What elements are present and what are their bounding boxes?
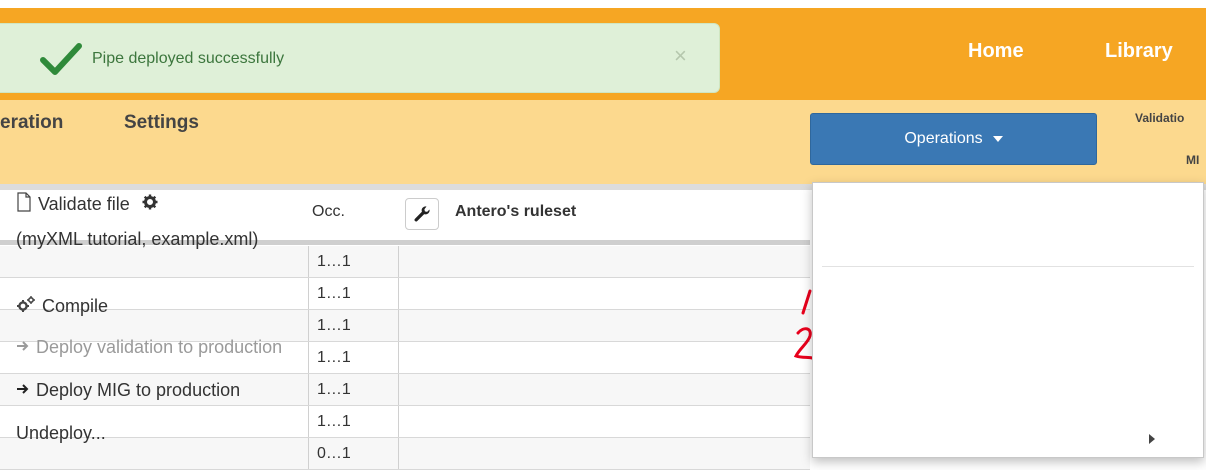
arrow-right-icon xyxy=(16,380,30,401)
success-toast: Pipe deployed successfully × xyxy=(0,23,720,93)
occ-cell: 1…1 xyxy=(308,278,399,309)
cogs-icon xyxy=(16,295,36,318)
menu-item-deploy-mig[interactable]: Deploy MIG to production xyxy=(16,380,240,401)
occ-cell: 0…1 xyxy=(308,438,399,469)
file-icon xyxy=(16,192,32,217)
table-row[interactable]: 1…1 xyxy=(0,278,810,310)
deploy-validation-label: Deploy validation to production xyxy=(36,337,283,357)
validate-file-label: Validate file xyxy=(38,194,130,214)
table-row[interactable]: 1…1 xyxy=(0,246,810,278)
caret-down-icon xyxy=(992,136,1003,142)
arrow-right-icon xyxy=(16,337,30,358)
mig-label: MI xyxy=(1186,153,1200,167)
ruleset-column-header: Antero's ruleset xyxy=(455,203,577,220)
compile-label: Compile xyxy=(42,296,109,316)
menu-divider xyxy=(822,266,1194,267)
caret-right-icon xyxy=(1149,434,1155,444)
menu-item-undeploy[interactable]: Undeploy... xyxy=(16,423,106,444)
operations-dropdown-button[interactable]: Operations xyxy=(810,113,1097,165)
occ-cell: 1…1 xyxy=(308,246,399,277)
occ-column-header: Occ. xyxy=(312,203,345,220)
validation-label: Validatio xyxy=(1135,111,1185,125)
occ-cell: 1…1 xyxy=(308,342,399,373)
nav-library-link[interactable]: Library xyxy=(1105,40,1173,63)
undeploy-label: Undeploy... xyxy=(16,423,106,443)
annotation-mark-2-stroke xyxy=(793,327,814,360)
check-icon xyxy=(40,41,82,82)
occ-cell: 1…1 xyxy=(308,406,399,437)
nav-home-link[interactable]: Home xyxy=(968,40,1024,63)
toast-message: Pipe deployed successfully xyxy=(92,50,285,67)
deploy-mig-label: Deploy MIG to production xyxy=(36,380,241,400)
menu-item-deploy-validation[interactable]: Deploy validation to production xyxy=(16,337,282,358)
table-body: 1…1 1…1 1…1 1…1 1…1 1…1 0…1 xyxy=(0,246,810,470)
occ-cell: 1…1 xyxy=(308,310,399,341)
wrench-icon[interactable] xyxy=(405,198,439,230)
tab-generation[interactable]: eration xyxy=(0,112,63,134)
operations-menu xyxy=(812,182,1204,458)
validate-file-details: (myXML tutorial, example.xml) xyxy=(16,229,259,249)
operations-label: Operations xyxy=(904,130,983,147)
table-row[interactable]: 1…1 xyxy=(0,406,810,438)
annotation-mark-1-stroke xyxy=(801,289,812,315)
menu-item-validate-file[interactable]: Validate file xyxy=(16,192,164,217)
occ-cell: 1…1 xyxy=(308,374,399,405)
menu-item-compile[interactable]: Compile xyxy=(16,295,108,318)
table-row[interactable]: 0…1 xyxy=(0,438,810,470)
gear-icon[interactable] xyxy=(142,194,158,215)
tab-settings[interactable]: Settings xyxy=(124,112,199,134)
close-icon[interactable]: × xyxy=(674,43,687,69)
